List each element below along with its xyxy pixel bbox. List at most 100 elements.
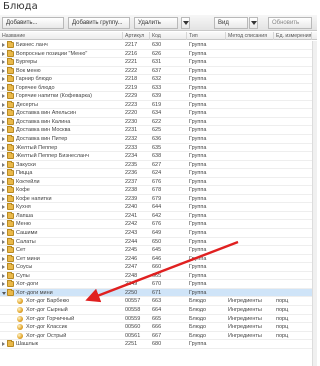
tree-child-row[interactable]: Хот-дог Острый 00561 667 Блюдо Ингредиенты по… xyxy=(0,331,317,341)
tree-group-row[interactable]: Кофе 2238 678 Группа xyxy=(0,186,317,195)
expand-arrow-icon[interactable] xyxy=(2,77,5,82)
expand-arrow-icon[interactable] xyxy=(2,256,5,261)
expand-arrow-icon[interactable] xyxy=(2,137,5,142)
tree-group-row[interactable]: Гарнир блюдо 2218 632 Группа xyxy=(0,75,317,84)
row-code: 636 xyxy=(152,136,162,143)
tree-group-row[interactable]: Закуски 2235 627 Группа xyxy=(0,160,317,170)
row-unit xyxy=(276,280,310,288)
expand-arrow-icon[interactable] xyxy=(2,282,5,287)
tree-group-row[interactable]: Кухня 2240 644 Группа xyxy=(0,203,317,212)
row-code: 633 xyxy=(152,84,162,91)
delete-dropdown-arrow-icon[interactable] xyxy=(181,17,190,29)
row-writeoff xyxy=(228,212,274,220)
expand-arrow-icon[interactable] xyxy=(2,213,5,218)
tree-group-row[interactable]: Доставка вин Апельсин 2220 634 Группа xyxy=(0,109,317,118)
expand-arrow-icon[interactable] xyxy=(2,273,5,278)
tree-child-row[interactable]: Хот-дог Горчичный 00559 665 Блюдо Ингредиент… xyxy=(0,314,317,324)
tree-group-row[interactable]: Меню 2242 676 Группа xyxy=(0,220,317,230)
tree-group-row[interactable]: Доставка вин Москва 2231 625 Группа xyxy=(0,126,317,136)
tree-child-row[interactable]: Хот-дог Сырный 00558 664 Блюдо Ингредиенты по… xyxy=(0,305,317,315)
column-header-name[interactable]: Название xyxy=(0,32,123,40)
column-header-code[interactable]: Код xyxy=(150,32,187,40)
row-code: 664 xyxy=(152,306,162,313)
row-article: 2229 xyxy=(125,93,138,100)
refresh-button[interactable]: Обновить xyxy=(268,17,312,29)
vertical-scrollbar[interactable] xyxy=(312,41,317,366)
view-dropdown-arrow-icon[interactable] xyxy=(249,17,258,29)
expand-arrow-icon[interactable] xyxy=(2,154,5,159)
expand-arrow-icon[interactable] xyxy=(2,179,5,184)
row-article: 2232 xyxy=(125,136,138,143)
expand-arrow-icon[interactable] xyxy=(2,102,5,107)
folder-icon xyxy=(7,58,14,66)
tree-group-row[interactable]: Кофе напитки 2239 679 Группа xyxy=(0,194,317,204)
tree-group-row[interactable]: Шашлык 2251 680 Группа xyxy=(0,340,317,349)
row-name: Хот-дог Острый xyxy=(26,332,67,339)
column-header-unit[interactable]: Ед. измерения xyxy=(274,32,312,40)
tree-group-row[interactable]: Бизнес ланч 2217 630 Группа xyxy=(0,41,317,50)
tree-group-row[interactable]: Коктейли 2237 676 Группа xyxy=(0,177,317,187)
tree-group-row[interactable]: Хот-доги 2249 670 Группа xyxy=(0,280,317,289)
tree-group-row[interactable]: Супы 2248 665 Группа xyxy=(0,271,317,281)
add-group-button[interactable]: Добавить группу... xyxy=(68,17,130,29)
tree-child-row[interactable]: Хот-дог Классик 00560 666 Блюдо Ингредиенты п… xyxy=(0,323,317,332)
dish-icon xyxy=(17,324,23,331)
tree-group-row[interactable]: Горячие напитки (Кофеварка) 2229 639 Группа xyxy=(0,92,317,101)
expand-arrow-icon[interactable] xyxy=(2,342,5,347)
tree-group-row[interactable]: Горячее блюдо 2219 633 Группа xyxy=(0,83,317,93)
expand-arrow-icon[interactable] xyxy=(2,60,5,65)
expand-arrow-icon[interactable] xyxy=(2,85,5,90)
expand-arrow-icon[interactable] xyxy=(2,248,5,253)
tree-child-row[interactable]: Хот-дог Барбекю 00557 663 Блюдо Ингредиенты п… xyxy=(0,297,317,306)
expand-arrow-icon[interactable] xyxy=(2,265,5,270)
row-writeoff xyxy=(228,144,274,152)
row-article: 2238 xyxy=(125,187,138,194)
tree-group-row[interactable]: Пицца 2236 624 Группа xyxy=(0,169,317,178)
expand-arrow-icon[interactable] xyxy=(2,94,5,99)
tree-group-row[interactable]: Десерты 2223 619 Группа xyxy=(0,100,317,110)
tree-group-row[interactable]: Сет 2245 645 Группа xyxy=(0,246,317,255)
tree-group-row[interactable]: Хот-доги мини 2250 671 Группа xyxy=(0,288,317,298)
collapse-arrow-icon[interactable] xyxy=(2,291,6,295)
row-article: 2218 xyxy=(125,76,138,83)
expand-arrow-icon[interactable] xyxy=(2,231,5,236)
row-name: Бизнес ланч xyxy=(16,42,48,48)
row-article: 00560 xyxy=(125,324,141,331)
tree-group-row[interactable]: Лапша 2241 642 Группа xyxy=(0,211,317,221)
expand-arrow-icon[interactable] xyxy=(2,145,5,150)
column-header-writeoff[interactable]: Метод списания xyxy=(226,32,274,40)
tree-group-row[interactable]: Желтый Пеппер Бизнесланч 2234 638 Группа xyxy=(0,152,317,161)
tree-group-row[interactable]: Желтый Пеппер 2233 635 Группа xyxy=(0,143,317,153)
expand-arrow-icon[interactable] xyxy=(2,222,5,227)
expand-arrow-icon[interactable] xyxy=(2,119,5,124)
expand-arrow-icon[interactable] xyxy=(2,43,5,47)
expand-arrow-icon[interactable] xyxy=(2,68,5,73)
row-writeoff xyxy=(228,289,274,297)
column-header-type[interactable]: Тип xyxy=(187,32,226,40)
expand-arrow-icon[interactable] xyxy=(2,51,5,56)
delete-button[interactable]: Удалить xyxy=(134,17,178,29)
tree-group-row[interactable]: Соусы 2247 660 Группа xyxy=(0,263,317,272)
tree-group-row[interactable]: Сет мини 2246 646 Группа xyxy=(0,254,317,264)
column-header-article[interactable]: Артикул xyxy=(123,32,150,40)
view-button[interactable]: Вид xyxy=(214,17,248,29)
add-button[interactable]: Добавить... xyxy=(2,17,64,29)
tree-group-row[interactable]: Бургеры 2221 631 Группа xyxy=(0,58,317,67)
row-writeoff xyxy=(228,109,274,117)
row-writeoff: Ингредиенты xyxy=(228,306,262,313)
folder-icon xyxy=(7,49,14,57)
expand-arrow-icon[interactable] xyxy=(2,162,5,167)
expand-arrow-icon[interactable] xyxy=(2,111,5,116)
expand-arrow-icon[interactable] xyxy=(2,171,5,176)
tree-group-row[interactable]: Вок меню 2222 637 Группа xyxy=(0,66,317,76)
expand-arrow-icon[interactable] xyxy=(2,128,5,133)
tree-group-row[interactable]: Салаты 2244 650 Группа xyxy=(0,237,317,247)
expand-arrow-icon[interactable] xyxy=(2,196,5,201)
expand-arrow-icon[interactable] xyxy=(2,205,5,210)
expand-arrow-icon[interactable] xyxy=(2,188,5,193)
tree-group-row[interactable]: Доставка вин Питер 2232 636 Группа xyxy=(0,135,317,144)
tree-group-row[interactable]: Доставка вин Калина 2230 622 Группа xyxy=(0,117,317,127)
tree-group-row[interactable]: Вопросные позиции "Меню" 2216 626 Группа xyxy=(0,49,317,59)
tree-group-row[interactable]: Сашими 2243 649 Группа xyxy=(0,229,317,238)
expand-arrow-icon[interactable] xyxy=(2,239,5,244)
